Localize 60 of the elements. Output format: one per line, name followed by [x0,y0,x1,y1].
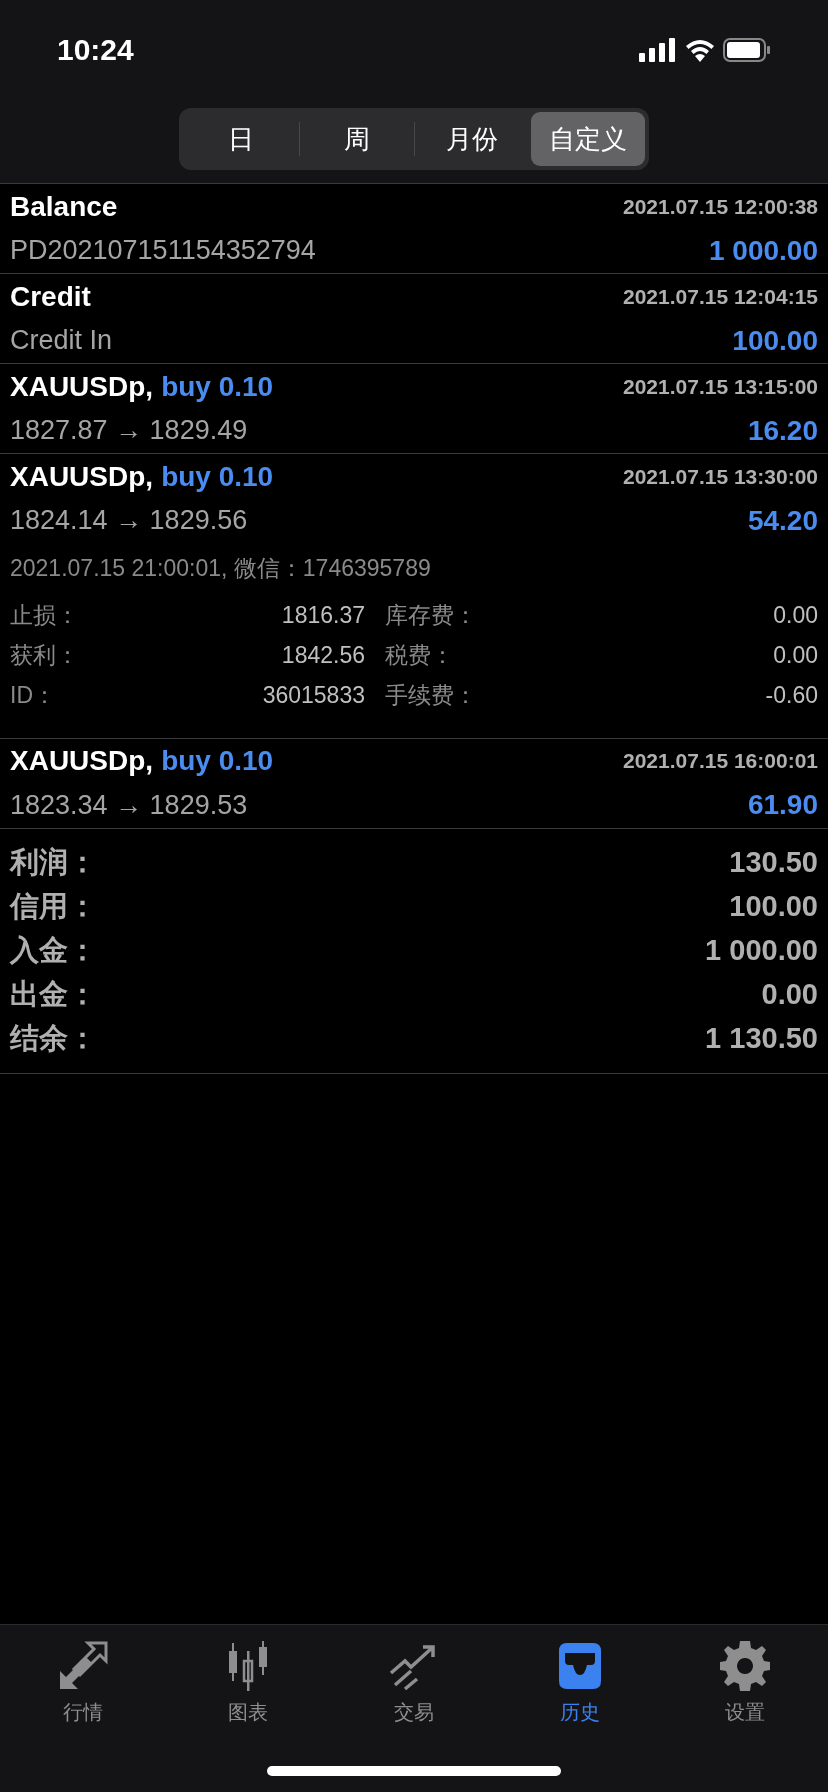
period-tab[interactable]: 日 [183,112,299,166]
field-value: 0.00 [773,641,818,671]
summary-value: 100.00 [729,888,818,924]
field-value: 1816.37 [280,601,365,631]
operation-comment: Credit In [10,324,113,358]
symbol: XAUUSDp, [10,459,154,494]
period-tab[interactable]: 自定义 [530,112,645,166]
operation-title: Balance [10,189,118,224]
period-tab[interactable]: 周 [299,112,414,166]
field-value: 36015833 [261,681,365,711]
trade-side: buy 0.10 [161,369,274,404]
symbol: XAUUSDp, [10,744,154,778]
summary-value: 1 000.00 [705,932,818,968]
tab-bar-item[interactable]: 设置 [662,1639,828,1727]
summary-value: 1 130.50 [705,1020,818,1056]
summary-value: 130.50 [729,844,818,880]
field-value: 0.00 [773,601,818,631]
price-range: 1823.34 → 1829.53 [10,788,248,822]
deal-time: 2021.07.15 12:04:15 [623,283,818,310]
deal-amount: 61.90 [747,788,818,822]
deal-time: 2021.07.15 16:00:01 [623,748,818,775]
deal-time: 2021.07.15 13:15:00 [623,373,818,400]
tab-bar-item[interactable]: 图表 [165,1639,332,1727]
field-label: 手续费： [385,681,478,711]
symbol: XAUUSDp, [10,369,154,404]
close-info: 2021.07.15 21:00:01, 微信：1746395789 [10,554,432,583]
deal-amount: 100.00 [732,323,818,358]
summary-label: 信用： [10,888,97,924]
battery-icon [723,37,771,62]
price-range: 1824.14 → 1829.56 [10,504,248,538]
summary-value: 0.00 [761,976,818,1012]
field-label: 税费： [385,641,455,671]
operation-comment: PD202107151154352794 [10,234,316,268]
summary-label: 出金： [10,976,97,1012]
settings-icon [718,1639,773,1693]
tab-bar-item[interactable]: 交易 [331,1639,497,1727]
summary-label: 利润： [10,844,97,880]
deal-amount: 54.20 [747,503,818,538]
period-tab[interactable]: 月份 [415,112,530,166]
field-label: ID： [10,681,57,711]
field-label: 止损： [10,601,80,631]
field-value: -0.60 [765,681,818,711]
deal-time: 2021.07.15 13:30:00 [623,463,818,490]
signal-icon [639,37,677,62]
deal-amount: 16.20 [747,413,818,448]
deal-amount: 1 000.00 [709,233,818,268]
deal-time: 2021.07.15 12:00:38 [623,193,818,220]
field-value: 1842.56 [280,641,365,671]
summary-label: 结余： [10,1020,97,1056]
tab-bar-item[interactable]: 行情 [0,1639,166,1727]
status-time: 10:24 [57,32,134,68]
operation-title: Credit [10,279,91,314]
summary-label: 入金： [10,932,97,968]
wifi-icon [685,37,715,62]
field-label: 库存费： [385,601,478,631]
price-range: 1827.87 → 1829.49 [10,414,248,448]
trade-side: buy 0.10 [161,459,274,494]
trade-side: buy 0.10 [161,744,274,778]
field-label: 获利： [10,641,80,671]
tab-bar-item[interactable]: 历史 [496,1639,663,1727]
